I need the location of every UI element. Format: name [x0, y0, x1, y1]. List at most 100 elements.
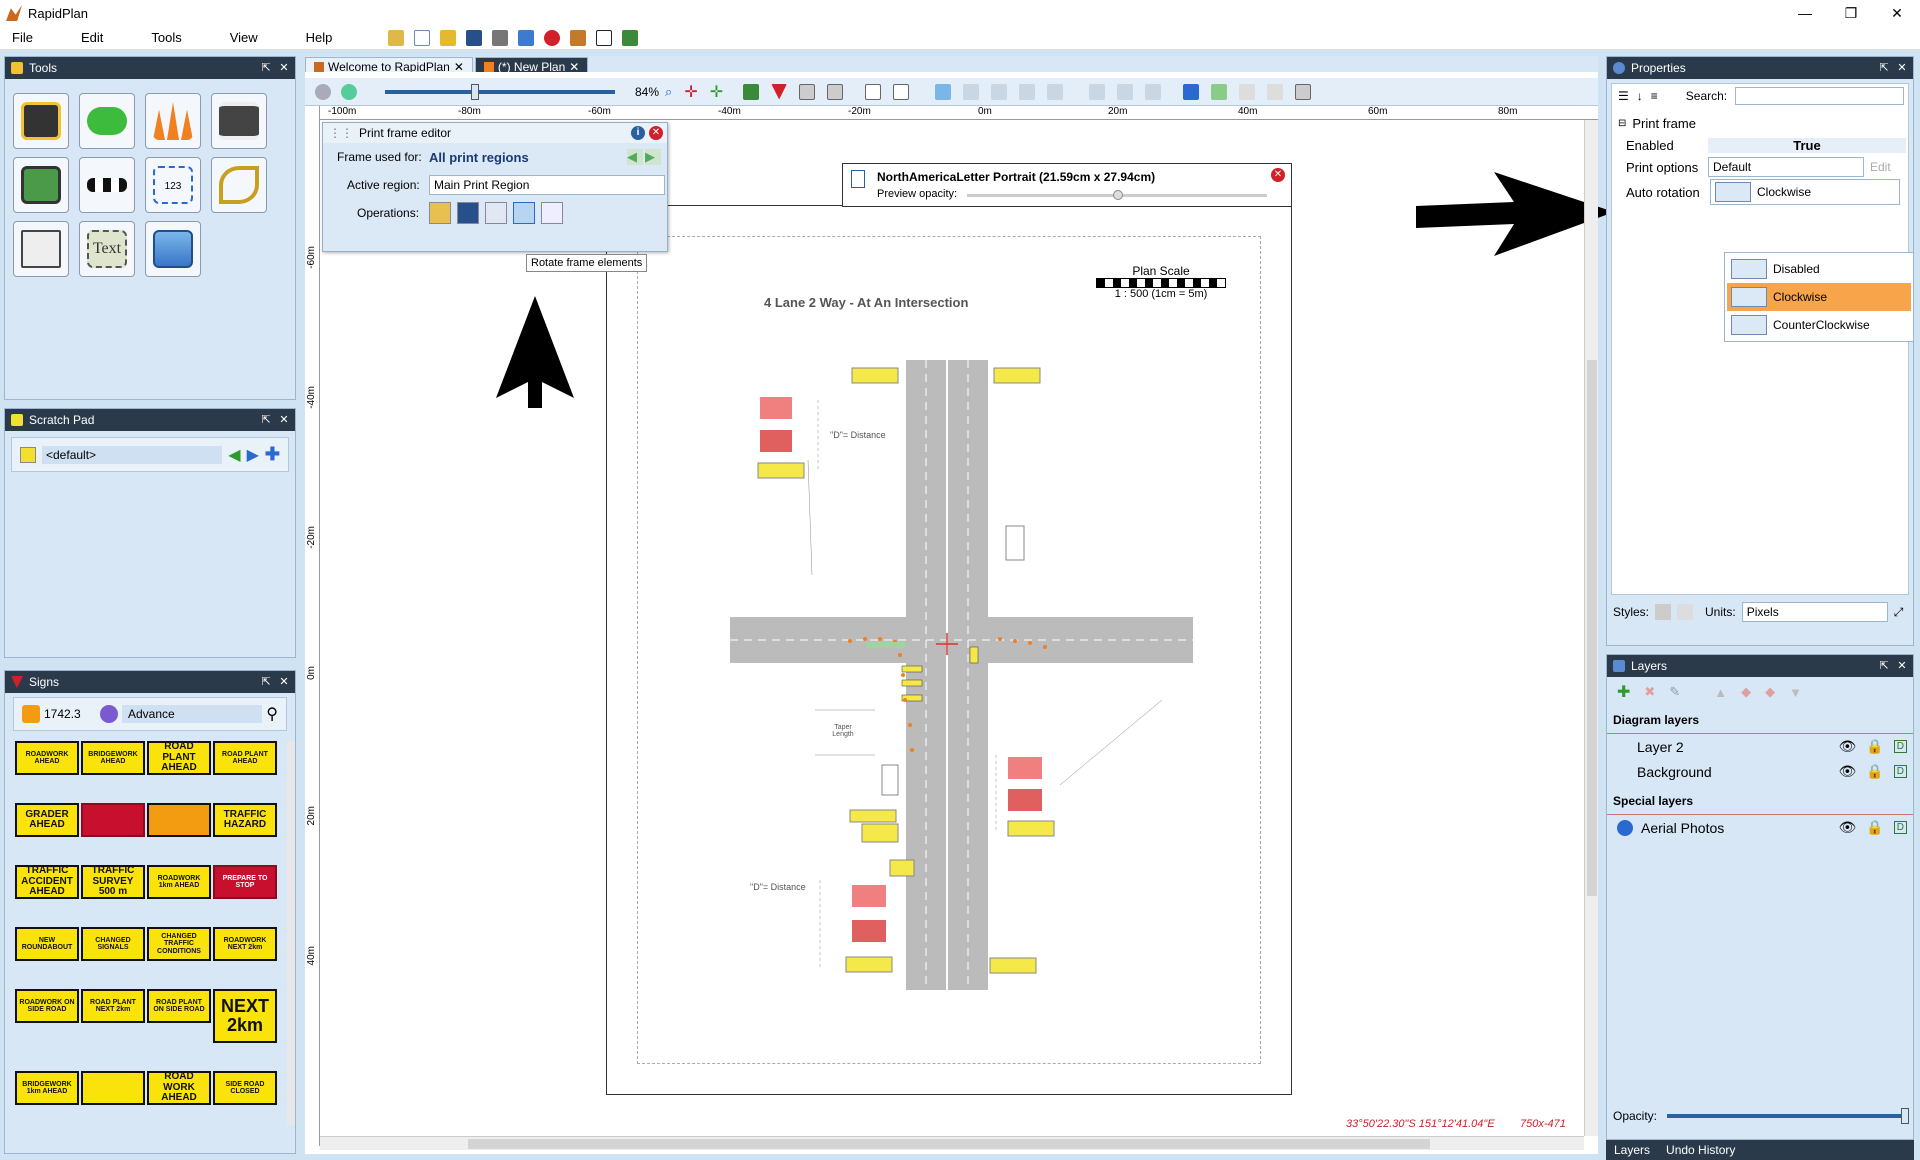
back-arrow-icon[interactable]: ◀	[228, 445, 240, 465]
sign-item[interactable]: CHANGED SIGNALS	[81, 927, 145, 961]
menu-view[interactable]: View	[218, 30, 270, 45]
restore-icon[interactable]: ❐	[1828, 0, 1874, 26]
delete-icon[interactable]	[1047, 83, 1064, 100]
minimize-icon[interactable]: —	[1782, 0, 1828, 26]
sign-item[interactable]: NEW ROUNDABOUT	[15, 927, 79, 961]
move-icon[interactable]: ✛	[710, 82, 723, 102]
forward-arrow-icon[interactable]: ▶	[247, 445, 259, 465]
print-options-select[interactable]: Default	[1708, 157, 1864, 177]
category-select[interactable]: Advance	[122, 705, 263, 723]
lock-icon[interactable]: 🔒	[1866, 819, 1883, 836]
tools-icon[interactable]	[570, 29, 587, 46]
area-tool[interactable]	[13, 157, 69, 213]
close-icon[interactable]: ✕	[277, 61, 291, 75]
measure-tool[interactable]: 123	[145, 157, 201, 213]
zoom-icon[interactable]: ⌕	[665, 84, 672, 100]
sign-item[interactable]: BRIDGEWORK 1km AHEAD	[15, 1071, 79, 1105]
add-icon[interactable]: ✚	[265, 444, 280, 465]
copy-icon[interactable]	[1239, 83, 1256, 100]
print-icon[interactable]	[492, 29, 509, 46]
page-icon[interactable]	[865, 83, 882, 100]
text-tool[interactable]: Text	[79, 221, 135, 277]
scratch-select[interactable]: <default>	[42, 445, 223, 464]
new-icon[interactable]	[414, 29, 431, 46]
edit-layer-icon[interactable]: ✎	[1669, 684, 1680, 700]
sign-item[interactable]: TRAFFIC SURVEY 500 m	[81, 865, 145, 899]
layers-icon[interactable]	[341, 83, 357, 100]
collapse-icon[interactable]: ⊟	[1618, 118, 1626, 129]
frame-icon[interactable]	[935, 83, 952, 100]
menu-file[interactable]: File	[0, 30, 45, 45]
copy-icon[interactable]	[485, 202, 507, 224]
sign-item[interactable]: ROADWORK 1km AHEAD	[147, 865, 211, 899]
sign-item[interactable]: ROAD PLANT AHEAD	[213, 741, 277, 775]
menu-tools[interactable]: Tools	[139, 30, 193, 45]
tab-layers[interactable]: Layers	[1606, 1140, 1658, 1160]
info-icon[interactable]: i	[631, 126, 645, 140]
cones-tool[interactable]	[145, 93, 201, 149]
eye-icon[interactable]: 👁	[1839, 819, 1857, 836]
sign-item[interactable]	[81, 803, 145, 837]
page-setup-icon[interactable]	[893, 83, 910, 100]
close-icon[interactable]: ✕	[649, 126, 663, 140]
grid-icon[interactable]	[827, 83, 844, 100]
save-icon[interactable]	[457, 202, 479, 224]
menu-help[interactable]: Help	[294, 30, 345, 45]
cut-icon[interactable]	[1267, 83, 1284, 100]
sign-item[interactable]: TRAFFIC ACCIDENT AHEAD	[15, 865, 79, 899]
sign-item[interactable]: BRIDGEWORK AHEAD	[81, 741, 145, 775]
pin-icon[interactable]: ⇱	[1877, 61, 1891, 75]
option-disabled[interactable]: Disabled	[1727, 255, 1911, 283]
categorized-icon[interactable]: ☰	[1618, 89, 1629, 103]
prev-icon[interactable]: ◀	[627, 149, 643, 165]
sign-item[interactable]: PREPARE TO STOP	[213, 865, 277, 899]
merge-icon[interactable]: ◆	[1741, 684, 1751, 700]
sort-icon[interactable]: ↓	[1637, 89, 1643, 103]
styles-edit-icon[interactable]	[1677, 604, 1694, 620]
rotate-frame-icon[interactable]	[513, 202, 535, 224]
pin-icon[interactable]: ⇱	[259, 61, 273, 75]
auto-rotation-select[interactable]: Clockwise	[1710, 179, 1900, 205]
next-icon[interactable]: ▶	[645, 149, 661, 165]
sign-item[interactable]: ROADWORK AHEAD	[15, 741, 79, 775]
sign-code[interactable]: 1742.3	[44, 707, 96, 721]
layer-row[interactable]: Aerial Photos 👁 🔒 D	[1607, 815, 1913, 840]
binoculars-icon[interactable]: ⚲	[266, 704, 278, 724]
filter-icon[interactable]	[771, 83, 788, 100]
image-icon[interactable]	[743, 83, 760, 100]
styles-icon[interactable]	[1655, 604, 1672, 620]
zoom-slider[interactable]	[385, 83, 615, 100]
redo-icon[interactable]	[1211, 83, 1228, 100]
crosshair-icon[interactable]: ✛	[684, 82, 697, 102]
active-region-select[interactable]: Main Print Region	[429, 175, 665, 195]
eye-icon[interactable]: 👁	[1839, 763, 1857, 780]
tab-undo-history[interactable]: Undo History	[1658, 1140, 1743, 1160]
pin-icon[interactable]: ⇱	[259, 675, 273, 689]
edit-button[interactable]: Edit	[1870, 160, 1891, 174]
rotate-icon[interactable]	[1019, 83, 1036, 100]
paste-icon[interactable]	[1295, 83, 1312, 100]
rectangle-tool[interactable]	[13, 221, 69, 277]
lane-tool[interactable]	[211, 93, 267, 149]
flip-icon[interactable]	[1089, 83, 1106, 100]
close-icon[interactable]: ✕	[277, 413, 291, 427]
sign-item[interactable]: ROADWORK NEXT 2km	[213, 927, 277, 961]
move-down-icon[interactable]: ▼	[1789, 685, 1802, 700]
image-tool[interactable]	[145, 221, 201, 277]
signs-scrollbar[interactable]	[287, 741, 295, 1125]
close-icon[interactable]: ✕	[1874, 0, 1920, 26]
horizontal-scrollbar[interactable]	[320, 1136, 1584, 1150]
sign-item[interactable]: ROAD PLANT ON SIDE ROAD	[147, 989, 211, 1023]
pill-tool[interactable]	[79, 93, 135, 149]
sign-item[interactable]	[81, 1071, 145, 1105]
sign-item[interactable]: TRAFFIC HAZARD	[213, 803, 277, 837]
move-up-icon[interactable]: ▲	[1714, 685, 1727, 700]
intersection-diagram[interactable]	[730, 355, 1200, 995]
sign-item[interactable]: CHANGED TRAFFIC CONDITIONS	[147, 927, 211, 961]
cancel-icon[interactable]	[544, 29, 561, 46]
vertical-scrollbar[interactable]	[1584, 120, 1598, 1136]
save-icon[interactable]	[466, 29, 483, 46]
split-icon[interactable]: ◆	[1765, 684, 1775, 700]
sign-item[interactable]: ROAD PLANT NEXT 2km	[81, 989, 145, 1023]
close-icon[interactable]: ✕	[1895, 659, 1909, 673]
